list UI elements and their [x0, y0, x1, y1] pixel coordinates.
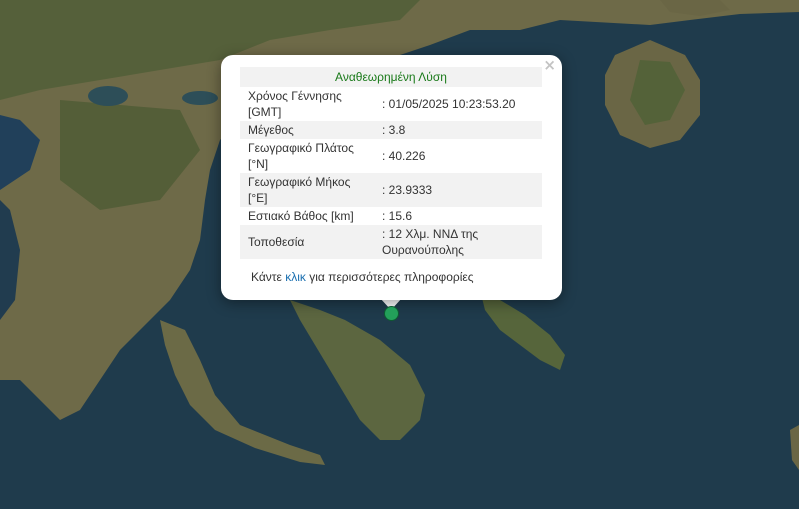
row-value: : 01/05/2025 10:23:53.20: [382, 97, 516, 111]
lake: [88, 86, 128, 106]
close-icon[interactable]: ×: [543, 57, 556, 73]
row-value: : 12 Χλμ. ΝΝΔ της Ουρανούπολης: [370, 225, 542, 259]
table-row: Μέγεθος: 3.8: [240, 121, 542, 139]
more-prefix: Κάντε: [251, 270, 286, 284]
table-row: Γεωγραφικό Πλάτος [°N] : 40.226: [240, 139, 542, 173]
row-label: Εστιακό Βάθος [km]: [248, 209, 354, 223]
earthquake-popup: × Αναθεωρημένη Λύση Χρόνος Γέννησης [GMT…: [221, 55, 562, 300]
row-label: Τοποθεσία: [240, 225, 370, 259]
row-value: : 40.226: [382, 149, 426, 163]
table-row: Γεωγραφικό Μήκος [°E]: 23.9333: [240, 173, 542, 207]
row-label: Γεωγραφικό Πλάτος [°N]: [248, 141, 354, 171]
table-row: Τοποθεσία: 12 Χλμ. ΝΝΔ της Ουρανούπολης: [240, 225, 542, 259]
info-table: Αναθεωρημένη Λύση Χρόνος Γέννησης [GMT]:…: [240, 67, 542, 259]
more-suffix: για περισσότερες πληροφορίες: [305, 270, 474, 284]
row-value: : 15.6: [382, 209, 413, 223]
row-label: Χρόνος Γέννησης [GMT]: [248, 89, 342, 119]
row-value: : 3.8: [370, 121, 542, 139]
row-label: Μέγεθος: [240, 121, 370, 139]
table-row: Εστιακό Βάθος [km] : 15.6: [240, 207, 542, 225]
earthquake-marker[interactable]: [384, 306, 399, 321]
row-label: Γεωγραφικό Μήκος [°E]: [240, 173, 370, 207]
more-info-link[interactable]: κλικ: [285, 270, 306, 284]
more-info-text: Κάντε κλικ για περισσότερες πληροφορίες: [251, 270, 474, 284]
row-value: : 23.9333: [370, 173, 542, 207]
popup-title: Αναθεωρημένη Λύση: [240, 67, 542, 87]
table-row: Χρόνος Γέννησης [GMT] : 01/05/2025 10:23:…: [240, 87, 542, 121]
